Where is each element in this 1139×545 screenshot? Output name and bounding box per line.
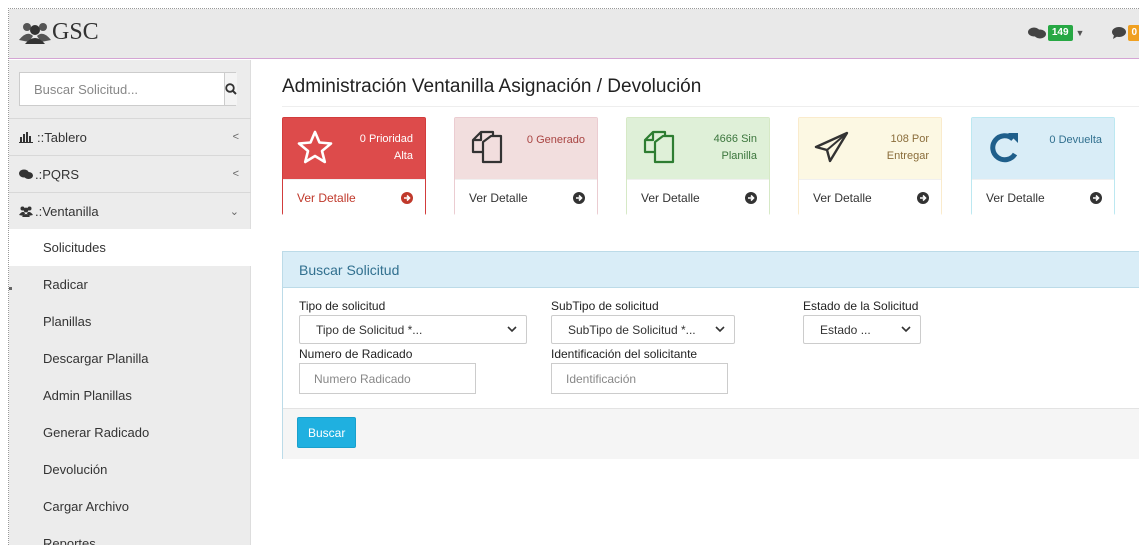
sidebar-menu: ::Tablero < .:PQRS < .:Ventanilla ⌄ Soli… — [9, 118, 251, 545]
card-detail-link[interactable]: Ver Detalle — [799, 179, 941, 215]
chevron-down-icon — [715, 326, 725, 333]
estado-selected-value: Estado ... — [820, 322, 871, 337]
sidebar-subitem-solicitudes[interactable]: Solicitudes — [9, 229, 251, 266]
handle-dot — [9, 287, 12, 290]
card-link-label: Ver Detalle — [469, 190, 528, 205]
sidebar-item-pqrs[interactable]: .:PQRS < — [9, 155, 251, 192]
brand-logo[interactable]: GSC — [19, 19, 99, 46]
top-navbar: GSC 149 ▼ 0 — [9, 9, 1139, 59]
users-icon — [19, 206, 33, 217]
top-right-actions: 149 ▼ 0 — [1027, 25, 1139, 41]
arrow-circle-right-icon — [917, 191, 929, 204]
card-link-label: Ver Detalle — [297, 190, 356, 205]
stat-card-sin-planilla: 4666 Sin Planilla Ver Detalle — [626, 117, 770, 215]
subtipo-label: SubTipo de solicitud — [551, 299, 659, 313]
sidebar-subitem-descargar-planilla[interactable]: Descargar Planilla — [9, 340, 251, 377]
tipo-select[interactable]: Tipo de Solicitud *... — [299, 315, 527, 344]
sidebar-subitem-admin-planillas[interactable]: Admin Planillas — [9, 377, 251, 414]
users-icon — [19, 22, 51, 44]
sidebar-search — [19, 72, 237, 106]
app-frame: GSC 149 ▼ 0 Buscar Solicitud...::Tabler… — [8, 8, 1139, 545]
arrow-circle-right-icon — [1090, 191, 1102, 204]
card-detail-link[interactable]: Ver Detalle — [455, 179, 597, 215]
main-content: Administración Ventanilla Asignación / D… — [252, 60, 1139, 545]
card-link-label: Ver Detalle — [813, 190, 872, 205]
stat-card-por-entregar: 108 Por Entregar Ver Detalle — [798, 117, 942, 215]
stat-card-text: 4666 Sin Planilla — [667, 131, 757, 165]
tipo-selected-value: Tipo de Solicitud *... — [316, 322, 423, 337]
identificacion-input[interactable] — [551, 363, 728, 394]
stat-card-line1: 0 Generado — [526, 134, 585, 146]
card-detail-link[interactable]: Ver Detalle — [627, 179, 769, 215]
card-detail-link[interactable]: Ver Detalle — [972, 179, 1114, 215]
search-input[interactable] — [20, 73, 224, 105]
messages-dropdown[interactable]: 149 ▼ — [1027, 25, 1085, 41]
chevron-down-icon: ⌄ — [229, 205, 239, 218]
page-title: Administración Ventanilla Asignación / D… — [282, 76, 702, 97]
sidebar-item-label: .:PQRS — [35, 166, 80, 182]
caret-down-icon: ▼ — [1075, 28, 1085, 38]
sidebar-subitem-radicar[interactable]: Radicar — [9, 266, 251, 303]
stat-card-line2: Planilla — [721, 150, 757, 162]
comments-icon — [19, 169, 33, 180]
stat-card-generado: 0 Generado Ver Detalle — [454, 117, 598, 215]
estado-select[interactable]: Estado ... — [803, 315, 921, 344]
subtipo-select[interactable]: SubTipo de Solicitud *... — [551, 315, 735, 344]
stat-card-line1: 4666 Sin — [713, 133, 757, 145]
tipo-label: Tipo de solicitud — [299, 299, 386, 313]
stat-card-line2: Entregar — [886, 150, 929, 162]
notifications-badge: 0 — [1128, 25, 1139, 41]
stat-card-line2: Alta — [394, 150, 413, 162]
stat-card-line1: 108 Por — [890, 133, 929, 145]
identificacion-label: Identificación del solicitante — [551, 347, 698, 361]
subtipo-selected-value: SubTipo de Solicitud *... — [568, 322, 696, 337]
search-panel: Buscar Solicitud Tipo de solicitud Tipo … — [282, 251, 1139, 459]
sidebar-item-ventanilla[interactable]: .:Ventanilla ⌄ — [9, 192, 251, 229]
chevron-left-icon: < — [232, 131, 239, 143]
panel-footer: Buscar — [283, 408, 1139, 459]
arrow-circle-right-icon — [401, 191, 413, 204]
sidebar-subitem-generar-radicado[interactable]: Generar Radicado — [9, 414, 251, 451]
bar-chart-icon — [19, 131, 35, 143]
stat-card-line1: 0 Prioridad — [359, 133, 413, 145]
messages-badge: 149 — [1047, 25, 1073, 41]
search-button[interactable] — [224, 73, 237, 105]
sidebar-subitem-devolucion[interactable]: Devolución — [9, 451, 251, 488]
sidebar-item-label: ::Tablero — [37, 129, 87, 145]
stat-card-devuelta: 0 Devuelta Ver Detalle — [971, 117, 1115, 215]
arrow-circle-right-icon — [573, 191, 585, 204]
title-divider — [282, 106, 1139, 107]
card-link-label: Ver Detalle — [986, 190, 1045, 205]
sidebar-subitem-planillas[interactable]: Planillas — [9, 303, 251, 340]
sidebar-item-tablero[interactable]: ::Tablero < — [9, 118, 251, 155]
stat-card-text: 0 Prioridad Alta — [323, 131, 413, 165]
chevron-down-icon — [507, 326, 517, 333]
stat-card-text: 0 Devuelta — [1012, 132, 1102, 149]
brand-name: GSC — [52, 19, 99, 45]
comment-icon — [1112, 27, 1127, 39]
sidebar-item-label: .:Ventanilla — [35, 203, 99, 219]
stat-card-line1: 0 Devuelta — [1049, 134, 1102, 146]
notifications-dropdown[interactable]: 0 — [1112, 25, 1139, 41]
arrow-circle-right-icon — [745, 191, 757, 204]
stat-card-prioridad-alta: 0 Prioridad Alta Ver Detalle — [282, 117, 426, 215]
sidebar: ::Tablero < .:PQRS < .:Ventanilla ⌄ Soli… — [9, 60, 251, 545]
stat-card-text: 108 Por Entregar — [839, 131, 929, 165]
estado-label: Estado de la Solicitud — [803, 299, 919, 313]
radicado-input[interactable] — [299, 363, 476, 394]
search-icon — [225, 83, 237, 95]
buscar-button[interactable]: Buscar — [297, 417, 357, 448]
stat-card-text: 0 Generado — [495, 132, 585, 149]
chevron-down-icon — [901, 326, 911, 333]
card-detail-link[interactable]: Ver Detalle — [283, 179, 425, 215]
sidebar-subitem-reportes[interactable]: Reportes — [9, 525, 251, 545]
panel-title: Buscar Solicitud — [283, 252, 1139, 288]
radicado-label: Numero de Radicado — [299, 347, 413, 361]
chevron-left-icon: < — [232, 168, 239, 180]
sidebar-subitem-cargar-archivo[interactable]: Cargar Archivo — [9, 488, 251, 525]
card-link-label: Ver Detalle — [641, 190, 700, 205]
comments-icon — [1027, 27, 1046, 39]
